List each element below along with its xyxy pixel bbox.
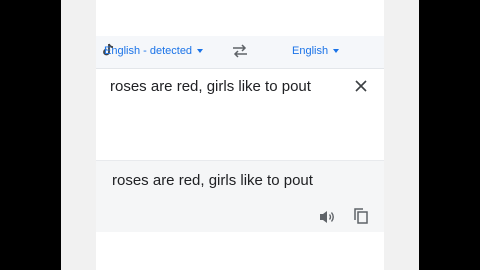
chevron-down-icon (333, 49, 340, 53)
left-margin (61, 0, 96, 270)
translation-result-area: roses are red, girls like to pout (96, 160, 384, 232)
translation-text: roses are red, girls like to pout (112, 172, 313, 189)
right-margin (384, 0, 419, 270)
translate-card: English - detected English roses are red… (96, 36, 384, 232)
chevron-down-icon (197, 49, 204, 53)
source-language-label: English - detected (104, 45, 193, 57)
speaker-icon[interactable] (318, 209, 336, 225)
target-language-label: English (292, 45, 329, 57)
source-text[interactable]: roses are red, girls like to pout (110, 77, 340, 96)
copy-icon[interactable] (352, 207, 370, 225)
source-language-selector[interactable]: English - detected (104, 45, 204, 57)
target-language-selector[interactable]: English (292, 45, 340, 57)
language-bar: English - detected English (96, 36, 384, 69)
swap-languages-icon[interactable] (232, 44, 248, 58)
close-icon[interactable] (354, 79, 368, 93)
video-frame: English - detected English roses are red… (0, 0, 480, 270)
